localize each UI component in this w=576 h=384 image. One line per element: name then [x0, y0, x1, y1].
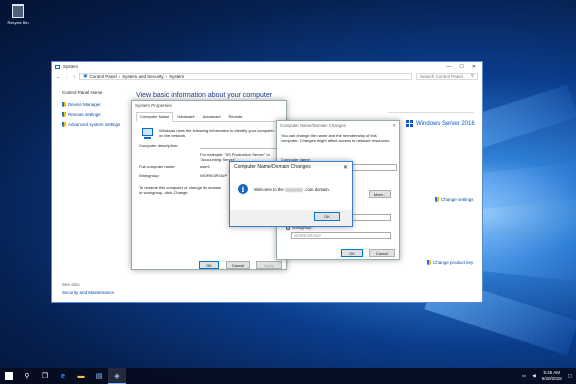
welcome-dialog-titlebar[interactable]: Computer Name/Domain Changes ✕ — [230, 162, 352, 172]
close-icon[interactable]: ✕ — [343, 164, 348, 171]
tab-hardware[interactable]: Hardware — [173, 112, 198, 121]
shield-icon — [62, 112, 66, 117]
computer-description-field[interactable] — [200, 143, 280, 149]
recycle-bin-label: Recycle Bin — [7, 20, 29, 25]
system-properties-tabs: Computer Name Hardware Advanced Remote — [136, 112, 282, 122]
redacted-domain — [284, 187, 303, 192]
change-product-key-link[interactable]: Change product key — [427, 260, 473, 265]
edge-browser-icon[interactable]: e — [54, 368, 72, 384]
maximize-button[interactable]: ☐ — [459, 64, 463, 70]
apply-button[interactable]: Apply — [256, 261, 282, 269]
system-control-panel-taskbar-icon[interactable]: ◈ — [108, 368, 126, 384]
remote-settings-link[interactable]: Remote settings — [62, 112, 130, 117]
search-taskbar-icon[interactable]: ⚲ — [18, 368, 36, 384]
search-icon: ⚲ — [470, 73, 474, 78]
info-icon: i — [238, 184, 248, 194]
system-properties-title: System Properties — [135, 103, 172, 108]
windows-server-brand: Windows Server 2016 — [406, 120, 475, 127]
domain-changes-titlebar[interactable]: Computer Name/Domain Changes ✕ — [277, 121, 399, 130]
advanced-system-settings-label: Advanced system settings — [68, 122, 121, 127]
identify-text: Windows uses the following information t… — [159, 128, 274, 138]
change-product-key-label: Change product key — [433, 260, 474, 265]
full-computer-name-label: Full computer name: — [139, 164, 176, 169]
shield-icon — [427, 260, 431, 265]
see-also-label: See also — [62, 282, 80, 287]
workgroup-value: WORKGROUP — [200, 173, 228, 178]
up-arrow-icon[interactable]: ↑ — [73, 74, 75, 79]
breadcrumb-system-security[interactable]: System and Security — [122, 74, 163, 79]
windows-logo-icon — [406, 120, 413, 127]
forward-arrow-icon[interactable]: → — [65, 74, 70, 79]
advanced-system-settings-link[interactable]: Advanced system settings — [62, 122, 130, 127]
notification-center-icon[interactable]: ▢ — [568, 373, 572, 379]
search-input[interactable]: Search Control Panel ⚲ — [416, 72, 478, 80]
address-bar-row: ← → ↑ ▣ Control Panel › System and Securi… — [52, 71, 482, 81]
workgroup-input[interactable]: WORKGROUP — [291, 232, 391, 239]
volume-icon[interactable]: ◀ — [532, 373, 535, 379]
welcome-dialog: Computer Name/Domain Changes ✕ i Welcome… — [229, 161, 353, 227]
close-button[interactable]: ✕ — [472, 64, 476, 70]
server-manager-icon[interactable]: ▤ — [90, 368, 108, 384]
system-properties-titlebar[interactable]: System Properties — [132, 101, 286, 110]
page-title: View basic information about your comput… — [136, 92, 273, 99]
window-titlebar[interactable]: System — ☐ ✕ — [52, 62, 482, 71]
clock[interactable]: 5:45 AM 6/20/2018 — [542, 370, 562, 382]
device-manager-link[interactable]: Device Manager — [62, 102, 130, 107]
close-icon[interactable]: ✕ — [392, 123, 396, 129]
start-button[interactable] — [0, 368, 18, 384]
minimize-button[interactable]: — — [446, 64, 451, 70]
control-panel-home-link[interactable]: Control Panel Home — [62, 90, 130, 95]
tab-advanced[interactable]: Advanced — [199, 112, 225, 121]
welcome-message: Welcome to the .com domain. — [254, 187, 330, 192]
domain-ok-button[interactable]: OK — [341, 249, 363, 257]
back-arrow-icon[interactable]: ← — [56, 74, 61, 79]
system-tray: ▭ ◀ 5:45 AM 6/20/2018 ▢ — [522, 370, 576, 382]
task-view-icon[interactable]: ❐ — [36, 368, 54, 384]
recycle-bin-icon — [12, 4, 24, 18]
security-maintenance-link[interactable]: Security and Maintenance — [62, 290, 114, 295]
taskbar: ⚲ ❐ e ▬ ▤ ◈ ▭ ◀ 5:45 AM 6/20/2018 ▢ — [0, 368, 576, 384]
tab-computer-name[interactable]: Computer Name — [136, 112, 174, 122]
windows-server-label: Windows Server 2016 — [416, 120, 475, 127]
workgroup-label: Workgroup: — [139, 173, 160, 178]
windows-start-icon — [5, 372, 13, 380]
change-settings-label: Change settings — [441, 197, 474, 202]
computer-icon — [55, 64, 60, 69]
left-navigation: Control Panel Home Device Manager Remote… — [52, 82, 130, 302]
rename-instructions: To rename this computer or change its do… — [139, 185, 222, 195]
computer-stand-icon — [144, 137, 151, 139]
remote-settings-label: Remote settings — [68, 112, 101, 117]
recycle-bin-desktop-icon[interactable]: Recycle Bin — [6, 4, 30, 25]
welcome-message-suffix: .com domain. — [304, 187, 330, 192]
welcome-message-prefix: Welcome to the — [254, 187, 284, 192]
full-computer-name-value: user1 — [200, 164, 211, 169]
ok-button[interactable]: OK — [199, 261, 219, 269]
domain-cancel-button[interactable]: Cancel — [369, 249, 395, 257]
address-bar[interactable]: ▣ Control Panel › System and Security › Sy… — [79, 72, 412, 80]
network-icon[interactable]: ▭ — [522, 373, 526, 379]
change-settings-link[interactable]: Change settings — [435, 197, 474, 202]
welcome-ok-button[interactable]: OK — [314, 212, 340, 221]
more-button[interactable]: More... — [369, 190, 391, 198]
shield-icon — [62, 102, 66, 107]
welcome-dialog-title: Computer Name/Domain Changes — [234, 164, 311, 170]
clock-date: 6/20/2018 — [541, 376, 562, 381]
divider — [388, 112, 474, 113]
search-placeholder: Search Control Panel — [420, 73, 463, 79]
shield-icon — [62, 122, 66, 127]
shield-icon — [435, 197, 439, 202]
window-title: System — [63, 64, 79, 69]
cancel-button[interactable]: Cancel — [226, 261, 250, 269]
computer-monitor-icon — [142, 128, 153, 136]
file-explorer-icon[interactable]: ▬ — [72, 368, 90, 384]
computer-description-label: Computer description: — [139, 143, 179, 148]
domain-changes-intro: You can change the name and the membersh… — [281, 133, 391, 143]
tab-remote[interactable]: Remote — [224, 112, 246, 121]
breadcrumb-system[interactable]: System — [169, 74, 184, 79]
control-panel-icon: ▣ — [83, 73, 88, 78]
domain-changes-title: Computer Name/Domain Changes — [280, 123, 346, 128]
device-manager-label: Device Manager — [68, 102, 101, 107]
breadcrumb-control-panel[interactable]: Control Panel — [90, 74, 117, 79]
